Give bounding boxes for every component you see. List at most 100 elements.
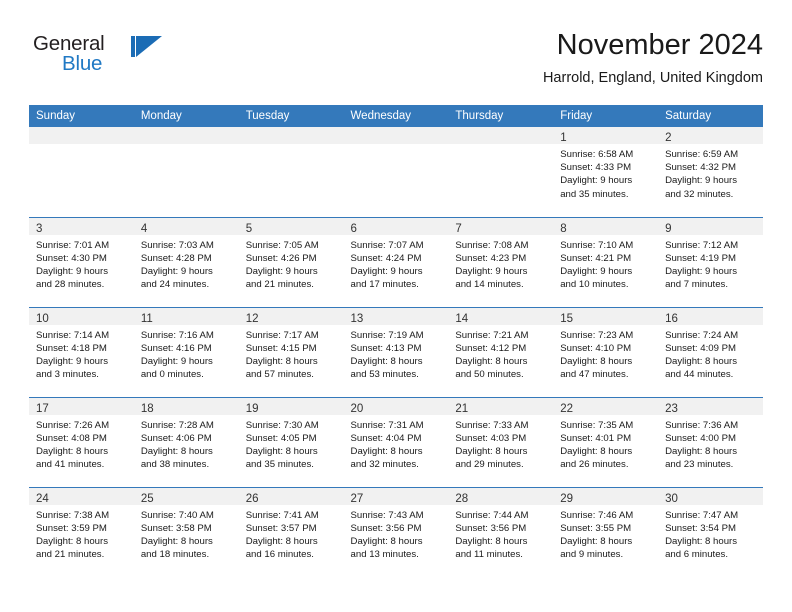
day-detail-line: Sunrise: 7:08 AM <box>455 239 529 251</box>
calendar-day-cell[interactable]: 28 Sunrise: 7:44 AM Sunset: 3:56 PM Dayligh… <box>448 486 554 577</box>
day-details: Sunrise: 6:58 AM Sunset: 4:33 PM Daylight:… <box>553 144 658 201</box>
day-detail-line: Sunset: 4:09 PM <box>665 342 736 354</box>
day-detail-line: and 32 minutes. <box>665 188 734 200</box>
calendar-day-cell[interactable]: 2 Sunrise: 6:59 AM Sunset: 4:32 PM Daylight… <box>658 127 763 217</box>
calendar-day-cell[interactable]: 4 Sunrise: 7:03 AM Sunset: 4:28 PM Daylight… <box>133 216 239 307</box>
calendar-day-cell[interactable]: 21 Sunrise: 7:33 AM Sunset: 4:03 PM Dayligh… <box>448 396 554 487</box>
day-detail-line: and 35 minutes. <box>560 188 629 200</box>
day-number: 27 <box>350 492 364 505</box>
triangle-flag-icon <box>136 36 162 57</box>
day-detail-line: Sunset: 4:23 PM <box>455 252 527 264</box>
day-detail-line: Sunset: 4:16 PM <box>140 342 212 354</box>
day-number: 14 <box>455 312 469 325</box>
calendar-day-cell[interactable]: 9 Sunrise: 7:12 AM Sunset: 4:19 PM Daylight… <box>658 216 763 307</box>
day-number-band: 11 <box>133 307 239 325</box>
day-detail-line: and 21 minutes. <box>36 549 105 561</box>
day-detail-line: Sunset: 4:24 PM <box>350 252 422 264</box>
calendar-day-cell[interactable]: 27 Sunrise: 7:43 AM Sunset: 3:56 PM Dayligh… <box>343 486 449 577</box>
calendar-day-cell[interactable]: 25 Sunrise: 7:40 AM Sunset: 3:58 PM Dayligh… <box>133 486 239 577</box>
day-number-band <box>448 127 554 144</box>
calendar-day-cell[interactable]: 8 Sunrise: 7:10 AM Sunset: 4:21 PM Daylight… <box>553 216 659 307</box>
day-detail-line: Sunset: 3:58 PM <box>140 522 212 534</box>
day-number: 20 <box>350 402 364 415</box>
day-detail-line: and 47 minutes. <box>560 369 629 381</box>
day-detail-line: Sunset: 4:26 PM <box>245 252 317 264</box>
day-detail-line: Daylight: 8 hours <box>350 535 423 547</box>
calendar-day-cell[interactable]: 1 Sunrise: 6:58 AM Sunset: 4:33 PM Daylight… <box>553 127 659 217</box>
day-detail-line: Daylight: 8 hours <box>350 445 423 457</box>
day-detail-line: Sunrise: 7:43 AM <box>350 509 424 521</box>
calendar-day-cell[interactable]: 19 Sunrise: 7:30 AM Sunset: 4:05 PM Dayligh… <box>238 396 344 487</box>
day-detail-line: and 11 minutes. <box>455 549 523 561</box>
day-number-band: 12 <box>238 307 344 325</box>
day-details: Sunrise: 7:35 AM Sunset: 4:01 PM Daylight:… <box>553 415 658 472</box>
calendar-day-cell[interactable]: 15 Sunrise: 7:23 AM Sunset: 4:10 PM Dayligh… <box>553 306 659 397</box>
day-detail-line: Sunrise: 7:19 AM <box>350 329 424 341</box>
day-detail-line: Sunrise: 7:05 AM <box>245 239 319 251</box>
day-detail-line: Sunset: 3:56 PM <box>350 522 422 534</box>
day-number-band: 4 <box>133 217 239 235</box>
day-detail-line: and 7 minutes. <box>665 279 728 291</box>
day-detail-line: Sunrise: 7:24 AM <box>665 329 739 341</box>
calendar-day-cell[interactable]: 6 Sunrise: 7:07 AM Sunset: 4:24 PM Daylight… <box>343 216 449 307</box>
location-subtitle: Harrold, England, United Kingdom <box>542 70 763 86</box>
day-detail-line: Daylight: 8 hours <box>36 535 108 547</box>
day-number: 11 <box>140 312 153 325</box>
calendar-day-cell[interactable]: 11 Sunrise: 7:16 AM Sunset: 4:16 PM Dayligh… <box>133 306 239 397</box>
calendar-day-cell[interactable]: 30 Sunrise: 7:47 AM Sunset: 3:54 PM Dayligh… <box>658 486 763 577</box>
day-number-band <box>133 127 239 144</box>
day-details: Sunrise: 7:01 AM Sunset: 4:30 PM Daylight:… <box>29 235 134 292</box>
day-detail-line: Sunset: 3:59 PM <box>36 522 107 534</box>
weekday-header-sunday: Sunday <box>29 105 134 127</box>
day-details: Sunrise: 7:28 AM Sunset: 4:06 PM Daylight:… <box>134 415 239 472</box>
calendar-day-cell[interactable]: 14 Sunrise: 7:21 AM Sunset: 4:12 PM Dayligh… <box>448 306 554 397</box>
calendar-day-cell[interactable]: 7 Sunrise: 7:08 AM Sunset: 4:23 PM Daylight… <box>448 216 554 307</box>
day-detail-line: Daylight: 9 hours <box>560 175 633 187</box>
weekday-header-row: Sunday Monday Tuesday Wednesday Thursday… <box>29 105 763 127</box>
calendar-day-cell[interactable]: 10 Sunrise: 7:14 AM Sunset: 4:18 PM Dayligh… <box>29 306 134 397</box>
day-details: Sunrise: 7:31 AM Sunset: 4:04 PM Daylight:… <box>344 415 449 472</box>
calendar-day-cell[interactable]: 5 Sunrise: 7:05 AM Sunset: 4:26 PM Daylight… <box>238 216 344 307</box>
day-number: 13 <box>350 312 364 325</box>
calendar-day-cell-empty <box>343 127 449 217</box>
day-detail-line: Sunset: 4:13 PM <box>350 342 422 354</box>
day-details: Sunrise: 7:36 AM Sunset: 4:00 PM Daylight:… <box>658 415 763 472</box>
calendar-day-cell[interactable]: 22 Sunrise: 7:35 AM Sunset: 4:01 PM Dayligh… <box>553 396 659 487</box>
calendar-week-row: 24 Sunrise: 7:38 AM Sunset: 3:59 PM Dayligh… <box>29 486 763 577</box>
calendar-day-cell[interactable]: 23 Sunrise: 7:36 AM Sunset: 4:00 PM Dayligh… <box>658 396 763 487</box>
day-detail-line: Sunrise: 7:17 AM <box>245 329 319 341</box>
day-number-band: 18 <box>133 397 239 415</box>
day-detail-line: Sunrise: 7:30 AM <box>245 419 319 431</box>
day-detail-line: Sunset: 4:21 PM <box>560 252 632 264</box>
day-number-band: 8 <box>553 217 659 235</box>
day-number: 25 <box>140 492 154 505</box>
day-detail-line: Sunrise: 7:31 AM <box>350 419 424 431</box>
weekday-header-monday: Monday <box>133 105 239 127</box>
calendar-day-cell[interactable]: 24 Sunrise: 7:38 AM Sunset: 3:59 PM Dayligh… <box>29 486 134 577</box>
calendar-day-cell[interactable]: 13 Sunrise: 7:19 AM Sunset: 4:13 PM Dayligh… <box>343 306 449 397</box>
day-number: 12 <box>245 312 259 325</box>
calendar-day-cell[interactable]: 17 Sunrise: 7:26 AM Sunset: 4:08 PM Dayligh… <box>29 396 134 487</box>
calendar-day-cell[interactable]: 12 Sunrise: 7:17 AM Sunset: 4:15 PM Dayligh… <box>238 306 344 397</box>
day-detail-line: Sunset: 4:28 PM <box>140 252 212 264</box>
day-number: 3 <box>36 222 43 235</box>
day-number-band: 24 <box>29 487 134 505</box>
day-details: Sunrise: 7:40 AM Sunset: 3:58 PM Daylight:… <box>134 505 239 562</box>
generalblue-logo[interactable]: General Blue <box>33 33 163 79</box>
day-detail-line: Sunrise: 7:14 AM <box>36 329 110 341</box>
calendar-day-cell[interactable]: 3 Sunrise: 7:01 AM Sunset: 4:30 PM Daylight… <box>29 216 134 307</box>
day-detail-line: Daylight: 8 hours <box>455 355 528 367</box>
day-detail-line: and 50 minutes. <box>455 369 524 381</box>
calendar-day-cell[interactable]: 16 Sunrise: 7:24 AM Sunset: 4:09 PM Dayligh… <box>658 306 763 397</box>
calendar-day-cell[interactable]: 26 Sunrise: 7:41 AM Sunset: 3:57 PM Dayligh… <box>238 486 344 577</box>
calendar-day-cell[interactable]: 18 Sunrise: 7:28 AM Sunset: 4:06 PM Dayligh… <box>133 396 239 487</box>
day-details: Sunrise: 7:26 AM Sunset: 4:08 PM Daylight:… <box>29 415 134 472</box>
day-number-band: 27 <box>343 487 449 505</box>
calendar-day-cell-empty <box>238 127 344 217</box>
calendar-day-cell[interactable]: 29 Sunrise: 7:46 AM Sunset: 3:55 PM Dayligh… <box>553 486 659 577</box>
calendar-day-cell[interactable]: 20 Sunrise: 7:31 AM Sunset: 4:04 PM Dayligh… <box>343 396 449 487</box>
day-number: 4 <box>140 222 148 235</box>
day-number-band: 20 <box>343 397 449 415</box>
day-details: Sunrise: 7:33 AM Sunset: 4:03 PM Daylight:… <box>448 415 553 472</box>
day-detail-line: Sunrise: 7:21 AM <box>455 329 529 341</box>
